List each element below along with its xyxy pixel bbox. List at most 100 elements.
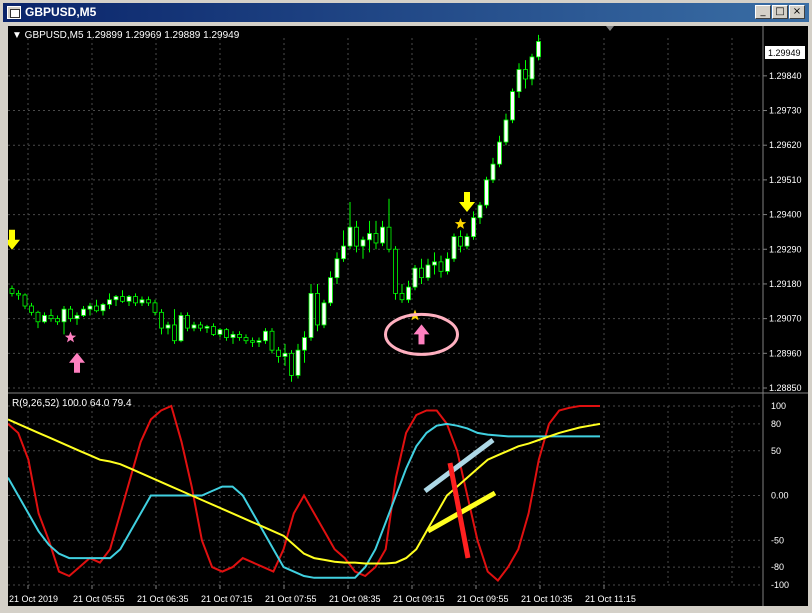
candle-body bbox=[334, 258, 340, 279]
price-tick-label: 1.28850 bbox=[769, 383, 802, 393]
candle-body bbox=[412, 267, 418, 288]
candle-body bbox=[523, 69, 528, 80]
indicator-header: R(9,26,52) 100.0 64.0 79.4 bbox=[12, 398, 132, 409]
candle-body bbox=[81, 308, 86, 316]
candle-body bbox=[393, 248, 398, 294]
chart-canvas[interactable]: ▼ GBPUSD,M5 1.29899 1.29969 1.29889 1.29… bbox=[4, 26, 808, 606]
candle-body bbox=[451, 236, 457, 260]
time-tick-label: 21 Oct 05:55 bbox=[73, 594, 125, 604]
candle-body bbox=[113, 296, 119, 301]
price-tick-label: 1.29400 bbox=[769, 210, 802, 220]
candle-body bbox=[22, 294, 28, 307]
candle-body bbox=[484, 179, 489, 206]
candle-body bbox=[29, 305, 34, 313]
candle-body bbox=[302, 337, 307, 351]
price-axis: 1.29840 1.29730 1.29620 1.29510 1.29400 1.292… bbox=[762, 26, 802, 606]
candle-body bbox=[438, 261, 444, 272]
candle-body bbox=[178, 315, 184, 342]
candle-body bbox=[315, 293, 320, 326]
candle-body bbox=[120, 296, 125, 302]
time-tick-label: 21 Oct 09:15 bbox=[393, 594, 445, 604]
candle-body bbox=[16, 293, 21, 296]
candle-body bbox=[269, 330, 275, 351]
candle-body bbox=[243, 337, 249, 342]
candle-body bbox=[139, 299, 145, 304]
arrow-down-icon bbox=[459, 191, 475, 212]
candle-body bbox=[237, 333, 242, 338]
candle-body bbox=[126, 296, 132, 302]
shift-marker-icon[interactable] bbox=[606, 26, 614, 31]
candle-body bbox=[503, 119, 509, 143]
time-axis: 21 Oct 2019 21 Oct 05:55 21 Oct 06:35 21 Oc… bbox=[9, 585, 636, 604]
indicator-lines bbox=[7, 404, 601, 582]
candle-body bbox=[146, 299, 151, 304]
price-tick-label: 1.29730 bbox=[769, 106, 802, 116]
candle-body bbox=[373, 233, 379, 244]
candle-body bbox=[386, 226, 392, 250]
candle-body bbox=[536, 41, 541, 58]
candle-body bbox=[516, 69, 522, 93]
time-tick-label: 21 Oct 07:55 bbox=[265, 594, 317, 604]
candle-body bbox=[94, 305, 99, 312]
candle-body bbox=[165, 324, 171, 329]
close-button[interactable]: × bbox=[789, 5, 805, 19]
candle-body bbox=[55, 318, 60, 323]
candle-body bbox=[399, 293, 405, 301]
title-bar[interactable]: GBPUSD,M5 _ □ × bbox=[3, 3, 809, 22]
candle-body bbox=[308, 293, 314, 338]
maximize-button[interactable]: □ bbox=[772, 5, 788, 19]
trend-line-light-blue bbox=[423, 438, 495, 493]
indicator-tick-label: -50 bbox=[771, 535, 784, 545]
indicator-tick-label: 80 bbox=[771, 419, 781, 429]
candle-body bbox=[425, 264, 431, 279]
time-tick-label: 21 Oct 11:15 bbox=[585, 594, 636, 604]
candle-body bbox=[380, 226, 385, 244]
indicator-tick-label: -100 bbox=[771, 580, 789, 590]
candle-body bbox=[464, 236, 470, 247]
time-tick-label: 21 Oct 10:35 bbox=[521, 594, 573, 604]
candle-body bbox=[282, 352, 288, 357]
candle-body bbox=[497, 141, 502, 165]
candle-body bbox=[42, 315, 47, 323]
candle-body bbox=[224, 329, 229, 338]
candle-body bbox=[367, 233, 372, 241]
candle-body bbox=[419, 267, 424, 279]
grid bbox=[8, 38, 763, 586]
star-icon bbox=[64, 331, 77, 343]
candle-body bbox=[432, 261, 437, 266]
chart-area[interactable]: ▼ GBPUSD,M5 1.29899 1.29969 1.29889 1.29… bbox=[4, 26, 808, 606]
candle-body bbox=[68, 308, 73, 320]
candle-body bbox=[250, 340, 255, 343]
candle-body bbox=[74, 315, 80, 320]
arrow-up-icon bbox=[69, 352, 85, 373]
candle-body bbox=[256, 340, 262, 343]
candle-body bbox=[107, 299, 112, 305]
time-tick-label: 21 Oct 2019 bbox=[9, 594, 58, 604]
price-tick-label: 1.29070 bbox=[769, 314, 802, 324]
candle-body bbox=[9, 288, 15, 294]
candle-body bbox=[48, 315, 54, 320]
candle-body bbox=[87, 305, 93, 310]
indicator-axis: 100 80 50 0.00 -50 -80 -100 bbox=[771, 401, 789, 590]
candle-body bbox=[341, 245, 346, 260]
candle-body bbox=[61, 308, 67, 323]
price-tick-label: 1.29290 bbox=[769, 244, 802, 254]
candle-body bbox=[133, 296, 138, 304]
terminal-window: GBPUSD,M5 _ □ × ▼ GBPUSD,M5 1.29899 1.29… bbox=[0, 0, 812, 613]
indicator-series-line bbox=[7, 418, 601, 565]
minimize-button[interactable]: _ bbox=[755, 5, 771, 19]
candle-body bbox=[321, 302, 327, 326]
candle-body bbox=[191, 324, 197, 329]
candle-body bbox=[211, 326, 216, 335]
price-tick-label: 1.29180 bbox=[769, 279, 802, 289]
current-price-text: 1.29949 bbox=[768, 48, 801, 58]
price-tick-label: 1.29620 bbox=[769, 140, 802, 150]
candle-body bbox=[328, 277, 333, 304]
candle-body bbox=[471, 217, 476, 238]
indicator-tick-label: -80 bbox=[771, 562, 784, 572]
candle-body bbox=[100, 304, 106, 312]
star-icon bbox=[454, 218, 467, 229]
candle-body bbox=[354, 226, 359, 247]
signal-markers bbox=[4, 191, 475, 373]
candle-body bbox=[263, 330, 268, 342]
